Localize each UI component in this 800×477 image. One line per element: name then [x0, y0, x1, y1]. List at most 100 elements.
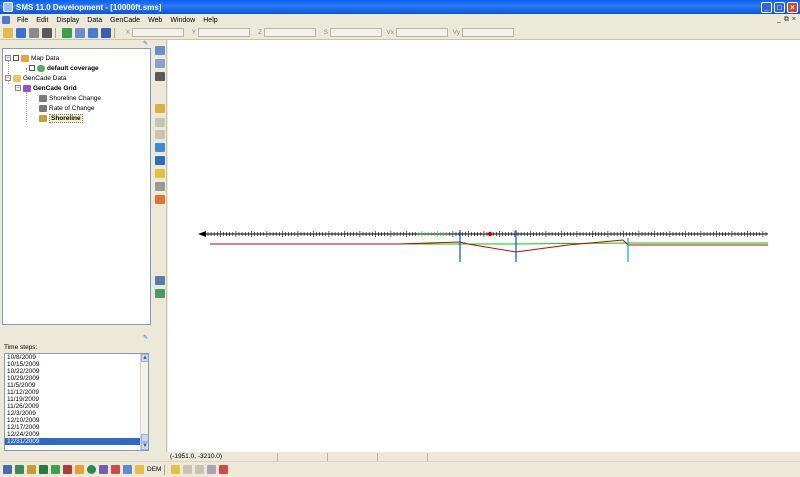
menu-display[interactable]: Display: [52, 17, 83, 24]
globe-icon[interactable]: [87, 465, 96, 474]
open-icon[interactable]: [3, 27, 13, 38]
time-step-item[interactable]: 11/26/2009: [5, 403, 148, 410]
pin-icon[interactable]: ✎: [143, 41, 149, 47]
z-field[interactable]: [264, 28, 316, 37]
probe-icon[interactable]: [155, 276, 165, 285]
tree-default-coverage[interactable]: default coverage: [29, 63, 99, 73]
raster-module-icon[interactable]: [135, 465, 144, 474]
time-step-item[interactable]: 12/17/2009: [5, 424, 148, 431]
time-step-item[interactable]: 12/3/2009: [5, 410, 148, 417]
grid-module-icon[interactable]: [15, 465, 24, 474]
connect-icon[interactable]: [101, 27, 111, 38]
time-step-item[interactable]: 12/31/2009: [5, 438, 148, 445]
y-field[interactable]: [198, 28, 250, 37]
tree-rate-of-change[interactable]: Rate of Change: [39, 103, 95, 113]
tree-label: Shoreline: [49, 113, 83, 123]
menu-edit[interactable]: Edit: [32, 17, 52, 24]
tree-gencade-grid[interactable]: − GenCade Grid: [15, 83, 77, 93]
time-step-item[interactable]: 11/12/2009: [5, 389, 148, 396]
mdi-close-button[interactable]: ×: [792, 16, 796, 24]
pointer-icon[interactable]: [88, 27, 98, 38]
mdi-minimize-button[interactable]: _: [777, 16, 781, 24]
scatter-module-icon[interactable]: [27, 465, 36, 474]
frame-icon[interactable]: [62, 27, 72, 38]
toolbar-separator: [164, 464, 166, 475]
time-step-item[interactable]: 10/29/2009: [5, 375, 148, 382]
close-button[interactable]: ×: [787, 1, 798, 13]
beach-fill-icon[interactable]: [155, 195, 165, 204]
visibility-checkbox[interactable]: [13, 55, 19, 61]
tree-label: Shoreline Change: [49, 94, 102, 102]
color-icon[interactable]: [219, 465, 229, 474]
delete-icon[interactable]: [42, 27, 52, 38]
time-steps-list[interactable]: 10/8/2009 10/15/2009 10/22/2009 10/29/2009 1…: [4, 353, 149, 451]
dem-label[interactable]: DEM: [147, 466, 161, 473]
mdi-restore-button[interactable]: ⧉: [784, 16, 789, 24]
pin-icon[interactable]: ✎: [143, 335, 149, 341]
collapse-icon[interactable]: −: [15, 85, 21, 91]
time-step-item[interactable]: 11/5/2009: [5, 382, 148, 389]
collapse-icon[interactable]: −: [5, 55, 11, 61]
print-icon[interactable]: [29, 27, 39, 38]
time-steps-scrollbar[interactable]: ▲ ▼: [140, 354, 148, 450]
time-step-item[interactable]: 11/19/2009: [5, 396, 148, 403]
menu-window[interactable]: Window: [166, 17, 199, 24]
s-field[interactable]: [330, 28, 382, 37]
node-icon[interactable]: [155, 130, 165, 139]
vx-field[interactable]: [396, 28, 448, 37]
zoom-icon[interactable]: [75, 27, 85, 38]
vy-field[interactable]: [462, 28, 514, 37]
grid-drawing[interactable]: [168, 40, 800, 452]
tree-map-data[interactable]: − Map Data: [5, 53, 59, 63]
tree-shoreline-change[interactable]: Shoreline Change: [39, 93, 101, 103]
graphics-window[interactable]: [168, 40, 800, 452]
time-step-item[interactable]: 12/10/2009: [5, 417, 148, 424]
time-step-item[interactable]: 10/8/2009: [5, 354, 148, 361]
settings-icon[interactable]: [195, 465, 205, 474]
menu-file[interactable]: File: [13, 17, 32, 24]
document-icon[interactable]: [2, 16, 10, 24]
light-icon[interactable]: [171, 465, 181, 474]
seawall-icon[interactable]: [155, 182, 165, 191]
display-options-icon[interactable]: [207, 465, 217, 474]
jetty-icon[interactable]: [155, 169, 165, 178]
particle-module-icon[interactable]: [63, 465, 72, 474]
grid-tool-icon[interactable]: [155, 143, 165, 152]
structure-icon[interactable]: [155, 156, 165, 165]
menu-help[interactable]: Help: [199, 17, 221, 24]
map-module-icon[interactable]: [51, 465, 60, 474]
x-field[interactable]: [132, 28, 184, 37]
maximize-button[interactable]: □: [774, 1, 785, 13]
tree-gencade-data[interactable]: − GenCade Data: [5, 73, 66, 83]
zoom-tool-icon[interactable]: [155, 59, 165, 68]
quadtree-module-icon[interactable]: [99, 465, 108, 474]
camera-icon[interactable]: [183, 465, 193, 474]
scroll-thumb[interactable]: [141, 434, 148, 442]
time-step-item[interactable]: 10/22/2009: [5, 368, 148, 375]
measure-icon[interactable]: [155, 289, 165, 298]
cartesian-module-icon[interactable]: [39, 465, 48, 474]
mesh-module-icon[interactable]: [3, 465, 12, 474]
status-segment: [378, 452, 428, 461]
select-icon[interactable]: [155, 104, 165, 113]
collapse-icon[interactable]: −: [5, 75, 11, 81]
pan-icon[interactable]: [155, 46, 165, 55]
z-label: Z: [258, 29, 262, 36]
rotate-icon[interactable]: [155, 72, 165, 81]
time-step-item[interactable]: 10/15/2009: [5, 361, 148, 368]
ugrid-module-icon[interactable]: [123, 465, 132, 474]
minimize-button[interactable]: _: [761, 1, 772, 13]
visibility-checkbox[interactable]: [29, 65, 35, 71]
tree-shoreline[interactable]: Shoreline: [39, 113, 83, 123]
time-step-item[interactable]: 12/24/2009: [5, 431, 148, 438]
menu-gencade[interactable]: GenCade: [106, 17, 144, 24]
scroll-up-icon[interactable]: ▲: [141, 354, 148, 362]
create-icon[interactable]: [155, 118, 165, 127]
gencade-module-icon[interactable]: [111, 465, 120, 474]
gis-module-icon[interactable]: [75, 465, 84, 474]
scroll-down-icon[interactable]: ▼: [141, 442, 148, 450]
menu-web[interactable]: Web: [144, 17, 166, 24]
menu-data[interactable]: Data: [83, 17, 106, 24]
save-icon[interactable]: [16, 27, 26, 38]
project-explorer[interactable]: − Map Data default coverage − GenCade Da…: [2, 48, 151, 325]
